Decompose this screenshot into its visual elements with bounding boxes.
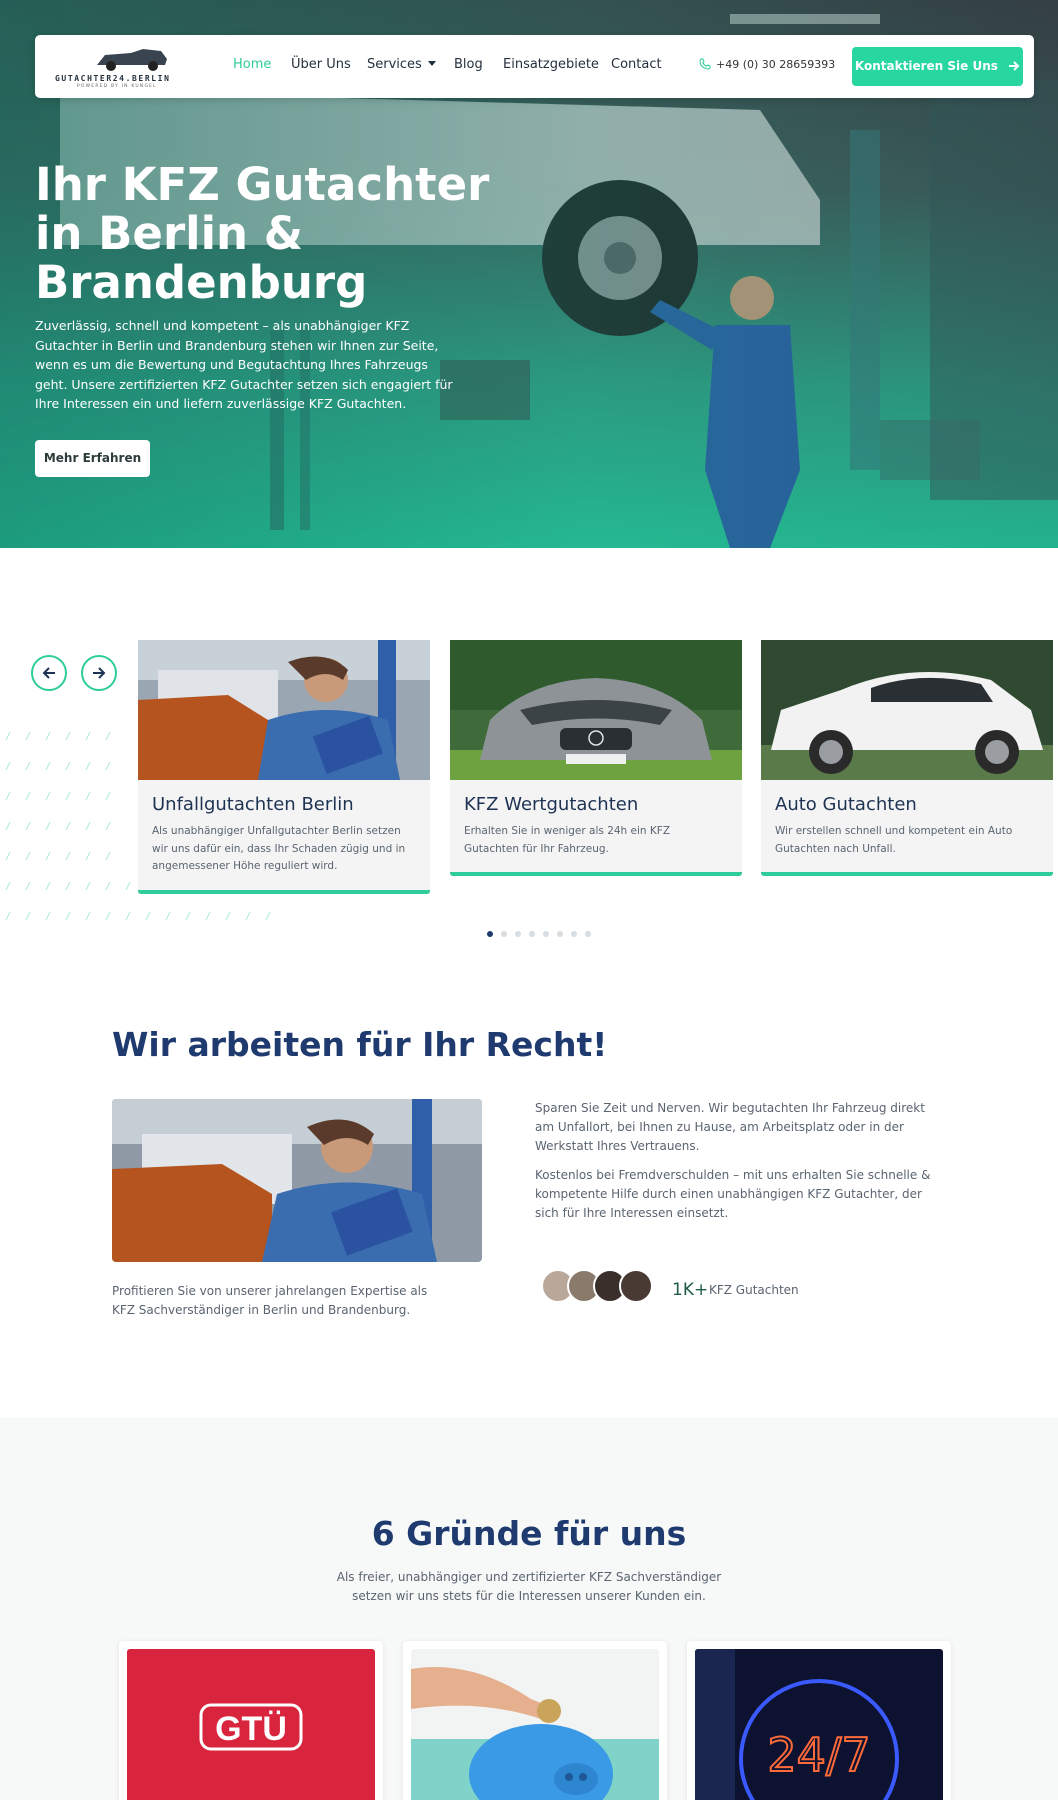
suv-car-image <box>761 640 1053 780</box>
nav-link-services-label: Services <box>367 57 422 72</box>
nav-link-services[interactable]: Services <box>367 57 436 72</box>
carousel-pagination <box>487 922 599 937</box>
neon-sign-text: 24/7 <box>767 1728 870 1782</box>
card-title: KFZ Wertgutachten <box>464 794 639 815</box>
nav-link-home[interactable]: Home <box>233 57 271 72</box>
avatar <box>619 1269 653 1303</box>
logo-text: GUTACHTER24.BERLIN <box>55 74 171 83</box>
carousel-dot-7[interactable] <box>571 931 577 937</box>
about-paragraph-1: Sparen Sie Zeit und Nerven. Wir begutach… <box>535 1101 925 1153</box>
main-navbar: GUTACHTER24.BERLIN POWERED BY IN KUNGEL … <box>35 35 1034 98</box>
car-logo-icon <box>97 49 167 71</box>
mechanic-photo <box>112 1099 482 1262</box>
stat-number: 1K+ <box>672 1280 709 1300</box>
reason-card-24-7[interactable]: 24/7 <box>687 1641 951 1800</box>
reasons-section: 6 Gründe für uns Als freier, unabhängige… <box>0 1418 1058 1800</box>
reasons-subtitle: Als freier, unabhängiger und zertifizier… <box>336 1570 722 1603</box>
reason-card-piggybank[interactable] <box>403 1641 667 1800</box>
carousel-dot-5[interactable] <box>543 931 549 937</box>
card-text: Wir erstellen schnell und kompetent ein … <box>775 825 1013 855</box>
card-title: Auto Gutachten <box>775 794 917 815</box>
phone-link[interactable]: +49 (0) 30 28659393 <box>699 58 835 71</box>
mechanic-image <box>138 640 430 780</box>
site-logo[interactable]: GUTACHTER24.BERLIN POWERED BY IN KUNGEL <box>55 45 195 89</box>
arrow-right-icon <box>93 667 106 679</box>
nav-link-contact[interactable]: Contact <box>611 57 662 72</box>
reason-card-gtu[interactable]: GTÜ <box>119 1641 383 1800</box>
nav-link-blog[interactable]: Blog <box>454 57 483 72</box>
about-title: Wir arbeiten für Ihr Recht! <box>112 1025 608 1064</box>
chevron-down-icon <box>427 61 436 66</box>
logo-subtext: POWERED BY IN KUNGEL <box>77 84 157 89</box>
mercedes-car-image <box>450 640 742 780</box>
about-paragraph-2: Kostenlos bei Fremdverschulden – mit uns… <box>535 1168 931 1220</box>
phone-number: +49 (0) 30 28659393 <box>716 58 836 71</box>
nav-link-einsatzgebiete[interactable]: Einsatzgebiete <box>503 57 599 72</box>
hero-title: Ihr KFZ Gutachter in Berlin & Brandenbur… <box>35 158 490 309</box>
about-caption: Profitieren Sie von unserer jahrelangen … <box>112 1284 428 1317</box>
arrow-right-icon <box>1009 61 1020 71</box>
carousel-dot-1[interactable] <box>487 931 493 937</box>
hero-text: Zuverlässig, schnell und kompetent – als… <box>35 318 453 411</box>
service-card-wertgutachten[interactable]: KFZ Wertgutachten Erhalten Sie in wenige… <box>450 640 742 876</box>
stat-label: KFZ Gutachten <box>709 1283 799 1297</box>
piggy-bank-image <box>411 1649 659 1800</box>
carousel-dot-4[interactable] <box>529 931 535 937</box>
gtu-logo-text: GTÜ <box>215 1710 287 1748</box>
neon-24-7-image: 24/7 <box>695 1649 943 1800</box>
card-title: Unfallgutachten Berlin <box>152 794 354 815</box>
carousel-prev-button[interactable] <box>31 655 67 691</box>
hero-section: GUTACHTER24.BERLIN POWERED BY IN KUNGEL … <box>0 0 1058 548</box>
carousel-dot-2[interactable] <box>501 931 507 937</box>
carousel-dot-3[interactable] <box>515 931 521 937</box>
nav-link-ueber-uns[interactable]: Über Uns <box>291 57 351 72</box>
carousel-dot-8[interactable] <box>585 931 591 937</box>
contact-cta-label: Kontaktieren Sie Uns <box>854 59 998 73</box>
service-card-autogutachten[interactable]: Auto Gutachten Wir erstellen schnell und… <box>761 640 1053 876</box>
gtu-logo-image: GTÜ <box>127 1649 375 1800</box>
card-text: Als unabhängiger Unfallgutachter Berlin … <box>152 825 406 872</box>
mehr-erfahren-button[interactable]: Mehr Erfahren <box>35 440 150 477</box>
service-card-unfallgutachten[interactable]: Unfallgutachten Berlin Als unabhängiger … <box>138 640 430 894</box>
carousel-dot-6[interactable] <box>557 931 563 937</box>
phone-icon <box>699 58 711 70</box>
contact-cta-button[interactable]: Kontaktieren Sie Uns <box>852 47 1023 86</box>
arrow-left-icon <box>42 667 55 679</box>
card-text: Erhalten Sie in weniger als 24h ein KFZ … <box>464 825 671 855</box>
reasons-title: 6 Gründe für uns <box>371 1514 687 1553</box>
carousel-next-button[interactable] <box>81 655 117 691</box>
